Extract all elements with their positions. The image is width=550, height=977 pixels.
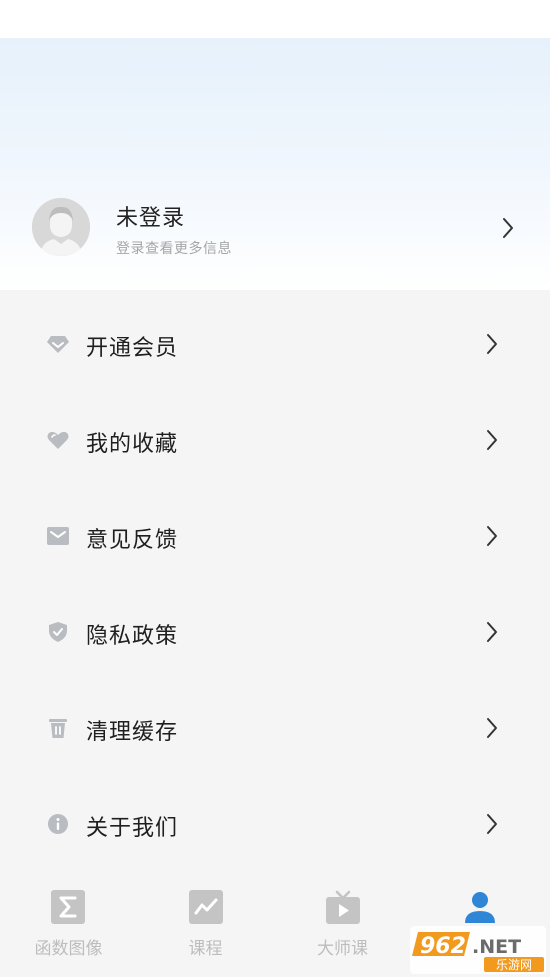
settings-menu: 开通会员 我的收藏 意见反馈 隐私政策 清理缓存 关于我们	[0, 296, 550, 872]
menu-item-label: 意见反馈	[86, 528, 179, 553]
tab-label: 课程	[188, 939, 223, 959]
menu-item-label: 清理缓存	[86, 720, 179, 745]
menu-item-feedback[interactable]: 意见反馈	[0, 488, 550, 584]
chevron-right-icon	[487, 430, 497, 450]
avatar[interactable]	[32, 198, 90, 256]
mail-icon	[47, 527, 69, 545]
menu-item-clear-cache[interactable]: 清理缓存	[0, 680, 550, 776]
watermark-subtitle: 乐游网	[496, 958, 532, 972]
tab-master-class[interactable]: 大师课	[274, 882, 411, 977]
tab-label: 函数图像	[34, 939, 103, 959]
info-icon	[48, 814, 68, 834]
chevron-right-icon	[487, 334, 497, 354]
menu-item-label: 隐私政策	[86, 624, 179, 649]
chevron-right-icon	[487, 718, 497, 738]
default-avatar-icon	[32, 198, 90, 256]
chevron-right-icon	[487, 526, 497, 546]
login-status-title[interactable]: 未登录	[116, 200, 185, 232]
menu-item-favorites[interactable]: 我的收藏	[0, 392, 550, 488]
menu-item-label: 我的收藏	[86, 432, 179, 457]
watermark-brand-suffix: .NET	[472, 936, 521, 958]
sigma-icon	[51, 890, 85, 924]
diamond-icon	[47, 336, 69, 353]
chevron-right-icon	[487, 814, 497, 834]
status-bar	[0, 0, 550, 38]
login-hint-text: 登录查看更多信息	[116, 241, 232, 257]
menu-item-privacy[interactable]: 隐私政策	[0, 584, 550, 680]
menu-item-vip[interactable]: 开通会员	[0, 296, 550, 392]
chevron-right-icon	[487, 622, 497, 642]
shield-icon	[49, 622, 67, 642]
chevron-right-icon[interactable]	[500, 216, 516, 240]
watermark-logo: 962 .NET 乐游网	[410, 926, 546, 974]
trash-icon	[49, 719, 67, 738]
tab-function-graph[interactable]: 函数图像	[0, 882, 137, 977]
menu-item-about[interactable]: 关于我们	[0, 776, 550, 872]
profile-header[interactable]: 未登录 登录查看更多信息	[0, 38, 550, 290]
person-icon	[465, 892, 495, 923]
menu-item-label: 开通会员	[86, 336, 179, 361]
menu-item-label: 关于我们	[86, 816, 179, 841]
tab-courses[interactable]: 课程	[137, 882, 274, 977]
tab-label: 大师课	[317, 939, 368, 959]
chart-icon	[189, 890, 223, 924]
watermark-brand-number: 962	[420, 934, 466, 959]
heart-icon	[47, 431, 69, 449]
tv-play-icon	[326, 890, 360, 924]
